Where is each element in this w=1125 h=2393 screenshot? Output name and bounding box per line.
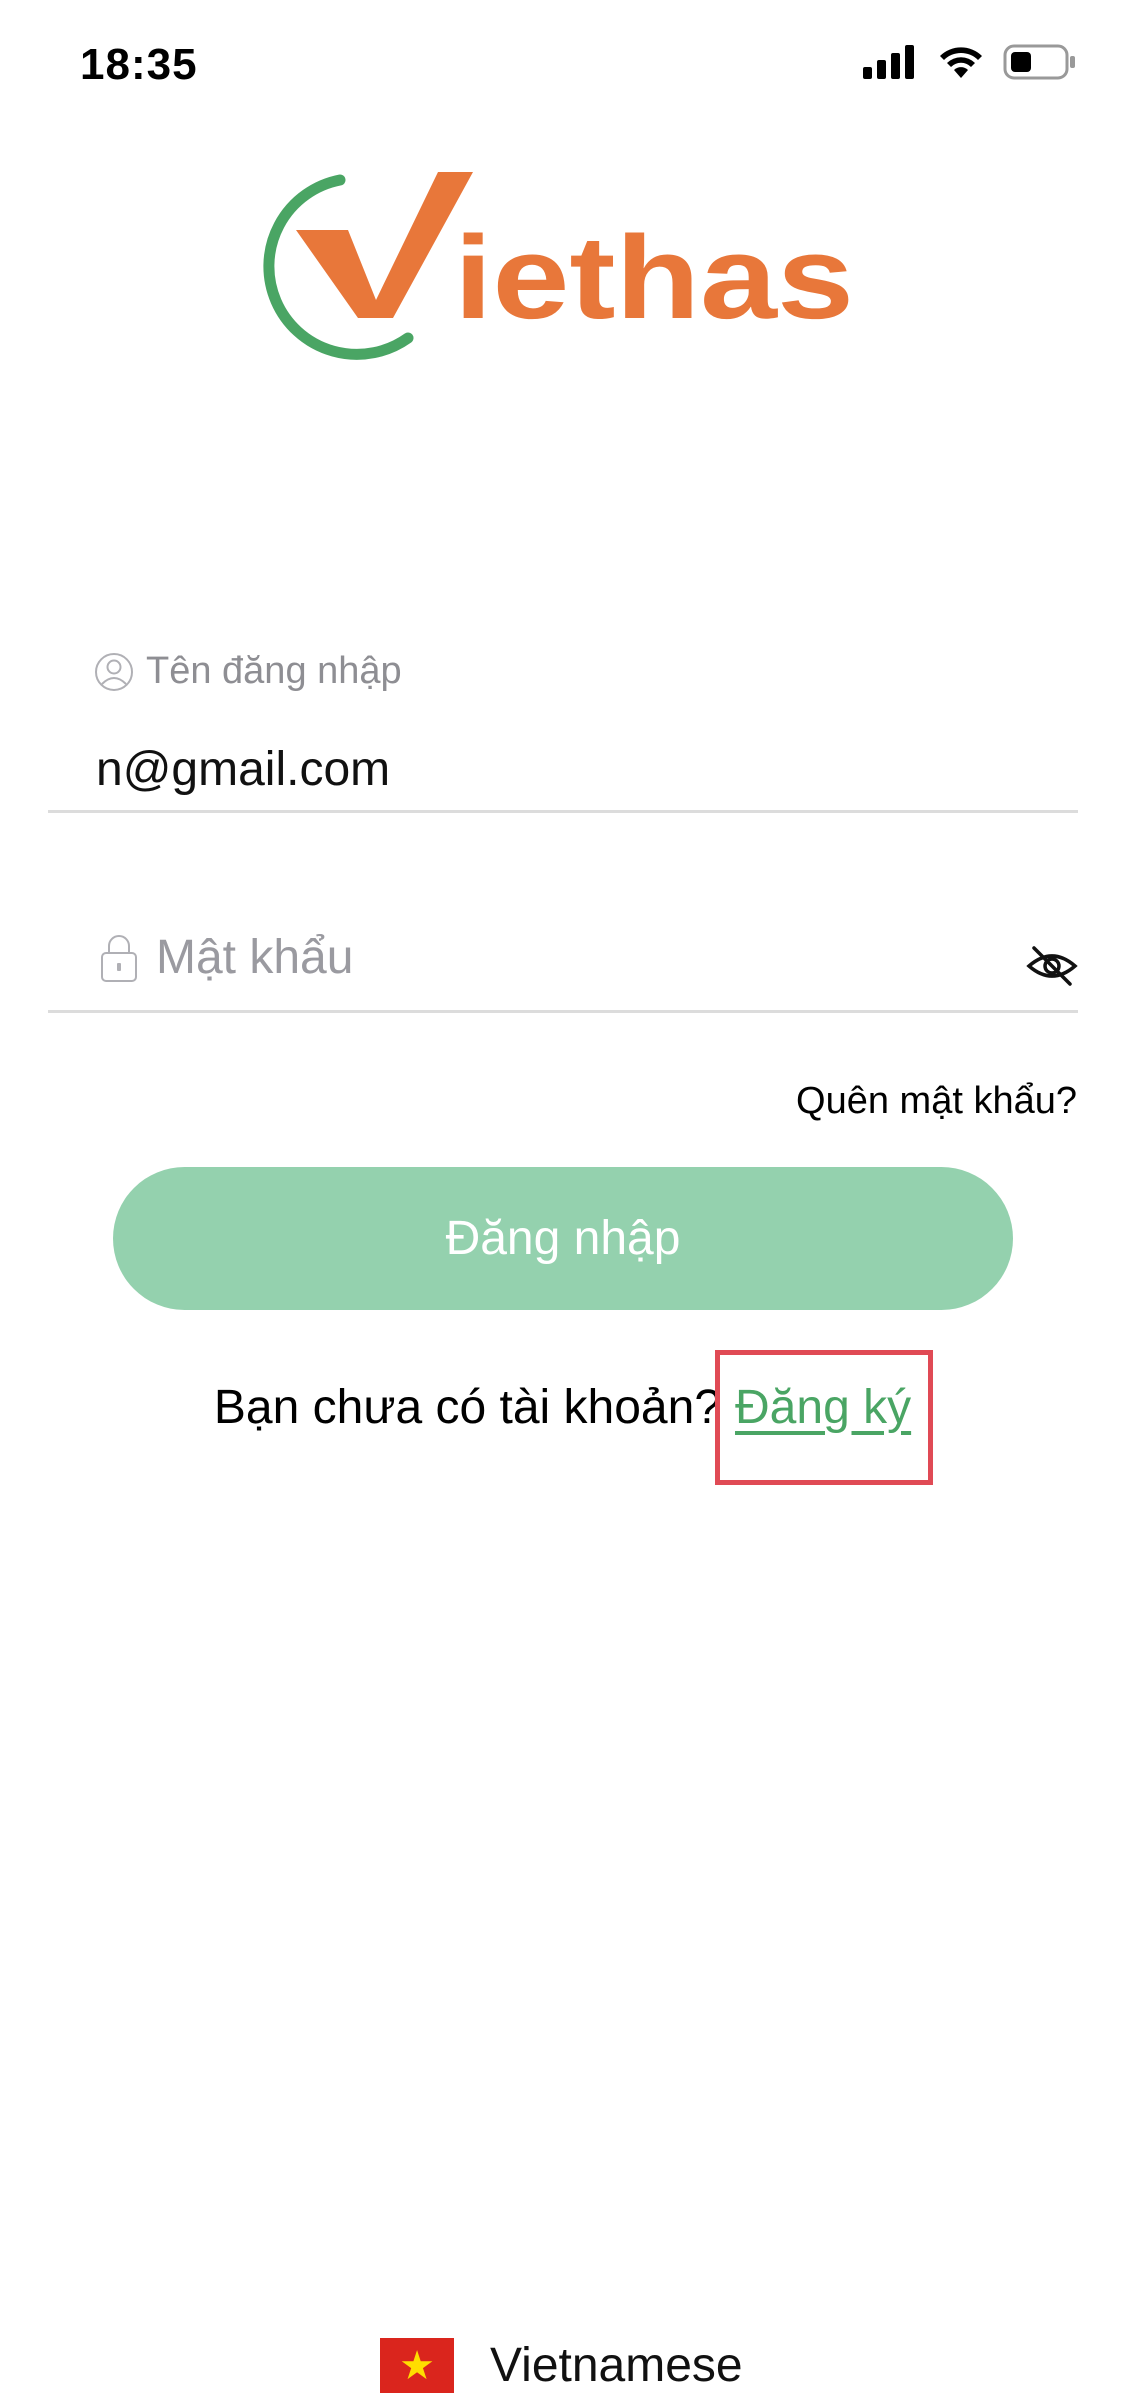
lock-icon (101, 934, 137, 982)
wifi-icon (940, 47, 982, 78)
status-bar: 18:35 (0, 0, 1125, 130)
password-row: Mật khẩu (100, 930, 353, 985)
language-label: Vietnamese (490, 2339, 743, 2392)
signup-highlight-box (715, 1350, 933, 1485)
battery-icon (1003, 44, 1075, 80)
forgot-password-link[interactable]: Quên mật khẩu? (796, 1080, 1077, 1123)
username-underline (48, 810, 1078, 813)
status-time: 18:35 (80, 40, 198, 89)
svg-text:iethas: iethas (454, 212, 854, 344)
vietnam-flag-icon: ★ (380, 2338, 454, 2393)
login-button[interactable]: Đăng nhập (113, 1167, 1013, 1310)
username-input[interactable]: n@gmail.com (96, 742, 390, 797)
eye-off-icon[interactable] (1026, 942, 1078, 990)
viethas-logo: iethas (263, 172, 854, 360)
status-icons (863, 44, 1077, 80)
password-field[interactable]: Mật khẩu (48, 930, 1078, 1035)
signup-prompt: Bạn chưa có tài khoản? (213, 1381, 722, 1434)
username-label: Tên đăng nhập (146, 650, 402, 692)
username-label-row: Tên đăng nhập (94, 650, 402, 693)
username-field[interactable]: Tên đăng nhập n@gmail.com (48, 650, 1078, 830)
password-underline (48, 1010, 1078, 1013)
user-icon (95, 652, 133, 691)
language-selector[interactable]: ★ Vietnamese (380, 2338, 743, 2393)
signal-icon (863, 45, 914, 79)
password-input[interactable]: Mật khẩu (156, 930, 353, 985)
signup-row: Bạn chưa có tài khoản? Đăng ký (0, 1380, 1125, 1435)
